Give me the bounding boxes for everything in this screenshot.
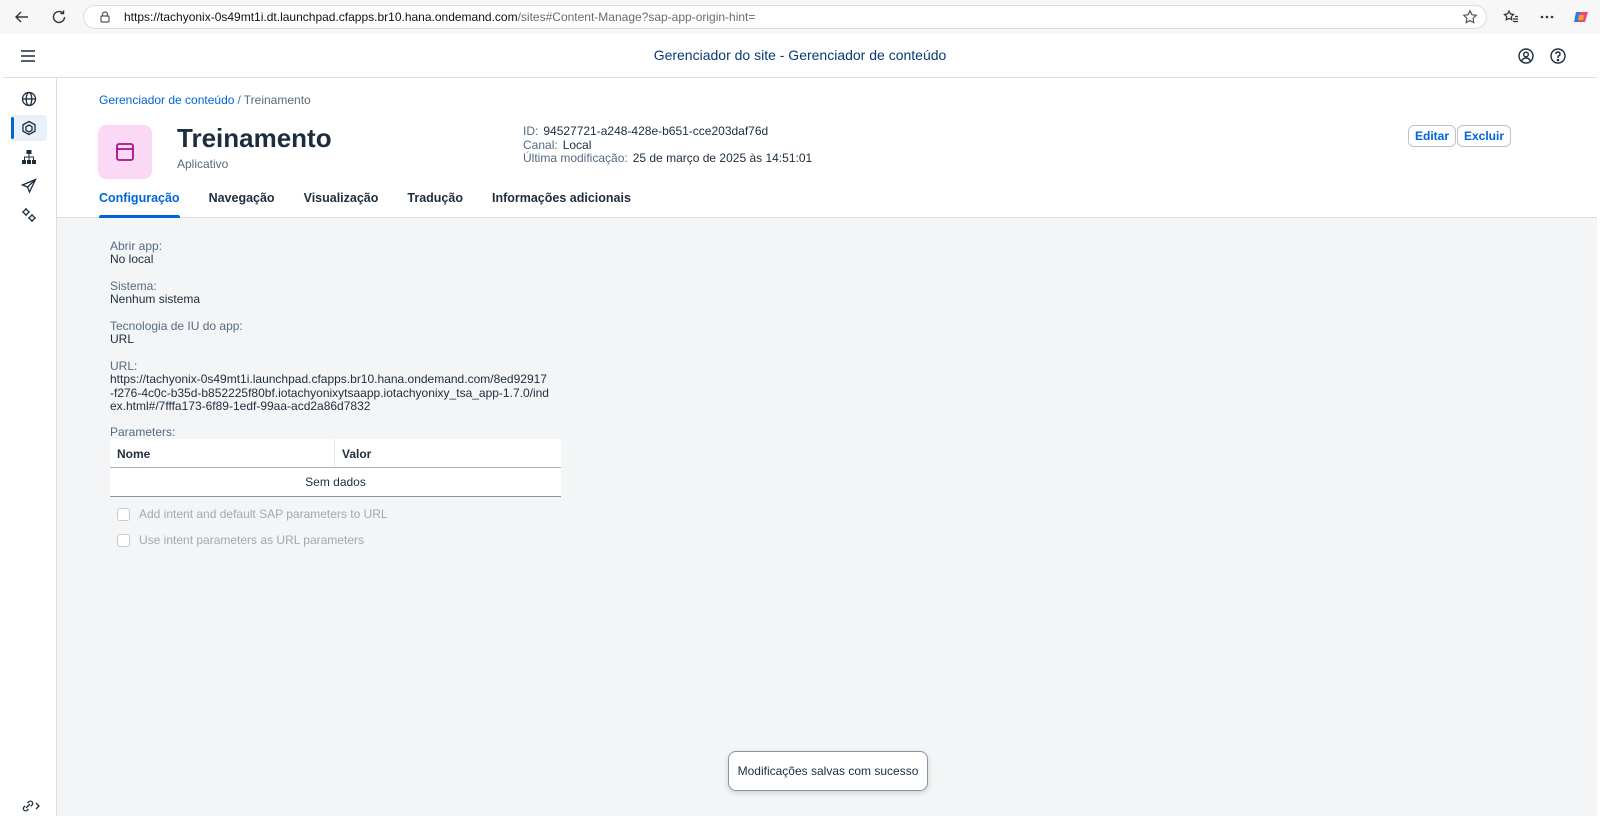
help-icon[interactable] [1549,47,1567,65]
copilot-icon[interactable] [1569,5,1593,29]
breadcrumb-separator: / [237,93,241,107]
tab-informacoes-adicionais[interactable]: Informações adicionais [492,189,631,218]
field-open-app: Abrir app: No local [110,239,163,266]
field-ui-technology: Tecnologia de IU do app: URL [110,319,243,346]
checkbox-label: Use intent parameters as URL parameters [139,533,364,547]
favorites-icon[interactable] [1499,5,1523,29]
checkbox-box[interactable] [117,533,130,547]
tab-configuracao[interactable]: Configuração [99,189,180,218]
tab-bar: Configuração Navegação Visualização Trad… [99,189,660,218]
checkbox-use-intent-params[interactable]: Use intent parameters as URL parameters [117,533,364,547]
link-arrow-icon[interactable] [20,799,42,813]
object-attributes: ID: 94527721-a248-428e-b651-cce203daf76d … [523,124,813,166]
parameters-table: Nome Valor Sem dados [110,439,561,497]
system-value: Nenhum sistema [110,292,201,306]
page-subtitle: Aplicativo [177,157,229,171]
field-url: URL: https://tachyonix-0s49mt1i.launchpa… [110,359,549,413]
user-profile-icon[interactable] [1517,47,1535,65]
no-data-text: Sem dados [305,475,366,489]
attr-modified: Última modificação: 25 de março de 2025 à… [523,151,813,165]
sites-globe-icon[interactable] [11,86,47,112]
checkbox-label: Add intent and default SAP parameters to… [139,507,388,521]
ui-technology-value: URL [110,332,135,346]
favorite-star-icon[interactable] [1462,9,1478,25]
breadcrumb-current: Treinamento [243,93,311,107]
attr-modified-value: 25 de março de 2025 às 14:51:01 [632,151,813,165]
refresh-icon[interactable] [46,4,72,30]
url-host: https://tachyonix-0s49mt1i.dt.launchpad.… [124,10,518,24]
open-app-value: No local [110,252,154,266]
checkbox-box[interactable] [117,507,130,521]
back-arrow-icon[interactable] [9,4,35,30]
tab-visualizacao[interactable]: Visualização [304,189,379,218]
object-page-header: Gerenciador de conteúdo / Treinamento Trei… [57,78,1597,218]
attr-channel: Canal: Local [523,137,592,152]
more-options-icon[interactable] [1535,5,1559,29]
content-manager-cube-icon[interactable] [11,115,47,141]
breadcrumb-link-content-manager[interactable]: Gerenciador de conteúdo [99,93,234,107]
field-parameters: Parameters: [110,425,176,439]
column-header-value[interactable]: Valor [335,439,378,467]
shell-title: Gerenciador do site - Gerenciador de con… [653,47,947,63]
attr-id: ID: 94527721-a248-428e-b651-cce203daf76d [523,124,769,138]
edit-button[interactable]: Editar [1408,125,1457,147]
app-icon [98,125,152,179]
attr-channel-value: Local [562,137,592,152]
breadcrumb: Gerenciador de conteúdo / Treinamento [99,93,311,107]
hierarchy-icon[interactable] [11,144,47,170]
column-header-name[interactable]: Nome [110,439,335,467]
side-navigation [3,78,57,816]
address-bar[interactable]: https://tachyonix-0s49mt1i.dt.launchpad.… [83,5,1487,29]
delete-button[interactable]: Excluir [1457,125,1512,147]
tab-navegacao[interactable]: Navegação [209,189,275,218]
shell-header: Gerenciador do site - Gerenciador de con… [3,34,1597,78]
field-system: Sistema: Nenhum sistema [110,279,201,306]
settings-gears-icon[interactable] [11,202,47,228]
browser-toolbar: https://tachyonix-0s49mt1i.dt.launchpad.… [0,0,1600,34]
lock-icon [100,11,110,23]
url-value: https://tachyonix-0s49mt1i.launchpad.cfa… [110,372,549,413]
tab-traducao[interactable]: Tradução [407,189,463,218]
application-window-icon [116,143,134,161]
table-header: Nome Valor [110,439,561,468]
send-paper-plane-icon[interactable] [11,173,47,199]
url-path: /sites#Content-Manage?sap-app-origin-hin… [517,10,756,24]
configuration-content: Abrir app: No local Sistema: Nenhum sist… [57,218,1597,816]
success-toast: Modificações salvas com sucesso [728,751,928,791]
attr-id-value: 94527721-a248-428e-b651-cce203daf76d [543,124,769,138]
page-title: Treinamento [177,123,332,153]
checkbox-add-intent[interactable]: Add intent and default SAP parameters to… [117,507,388,521]
